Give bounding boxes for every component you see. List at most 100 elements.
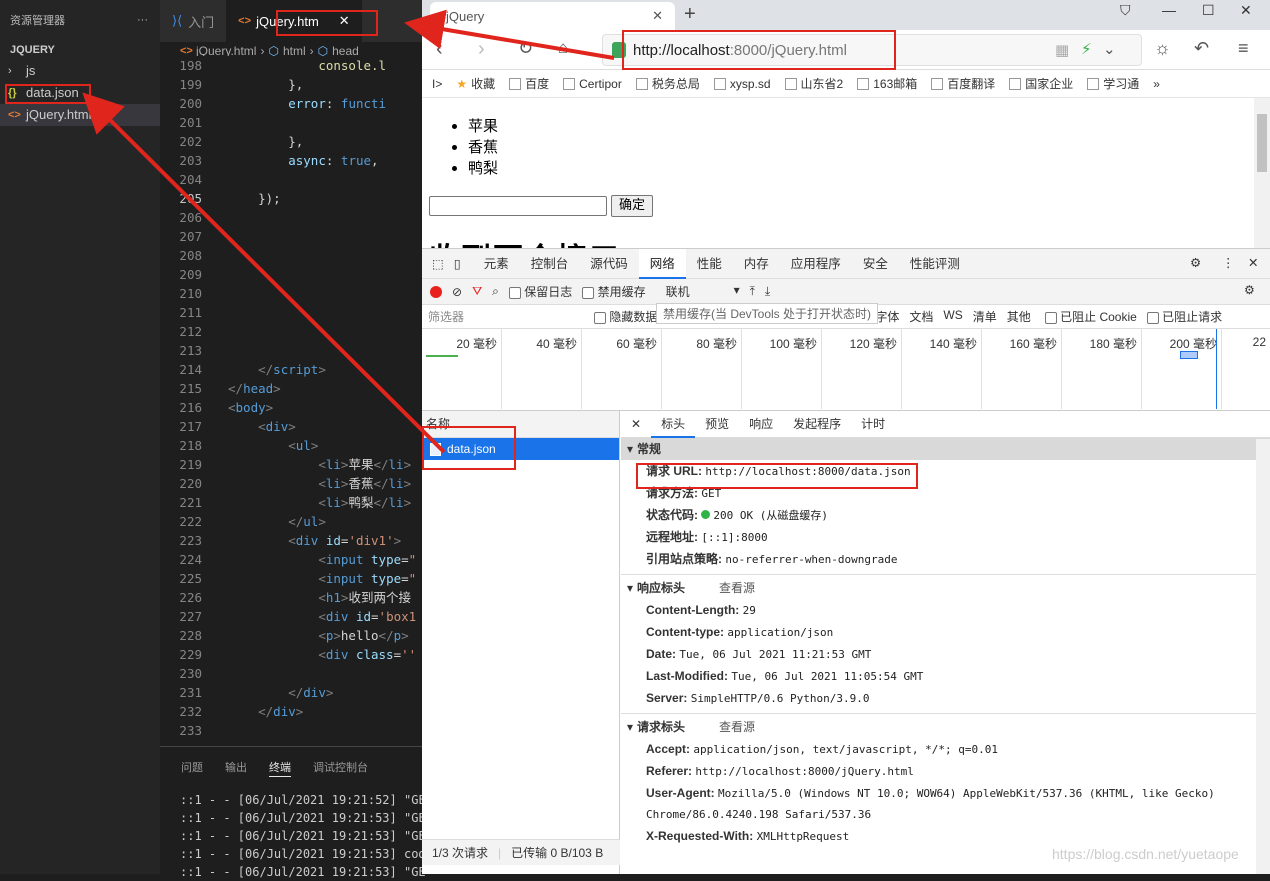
code-line: 225 <input type=" (160, 569, 422, 588)
devtools-tab[interactable]: 源代码 (579, 249, 639, 279)
bookmark-item[interactable]: 百度 (509, 75, 549, 92)
detail-tab[interactable]: 标头 (651, 411, 696, 438)
menu-icon[interactable]: ≡ (1238, 38, 1249, 59)
minimize-icon[interactable]: — (1162, 2, 1176, 18)
detail-scrollbar[interactable] (1256, 439, 1270, 874)
tree-item-folder[interactable]: › js (0, 60, 160, 82)
panel-tab[interactable]: 问题 (181, 759, 203, 781)
network-timeline[interactable]: 20 毫秒 40 毫秒 60 毫秒 80 毫秒 100 毫秒 120 毫秒 140 毫秒 16… (422, 329, 1270, 411)
terminal-output[interactable]: ::1 - - [06/Jul/2021 19:21:52] "GE::1 - … (160, 791, 433, 881)
resource-type-filter[interactable]: 字体 (875, 308, 899, 325)
page-text-input[interactable] (429, 196, 607, 216)
reload-icon[interactable]: ↻ (518, 38, 533, 59)
devtools-tab[interactable]: 网络 (638, 248, 686, 279)
request-headers-section[interactable]: ▾ 请求标头 查看源 (621, 716, 1270, 738)
resource-type-filter[interactable]: 文档 (909, 308, 933, 325)
home-icon[interactable]: ⌂ (558, 38, 568, 58)
close-devtools-icon[interactable]: ✕ (1248, 255, 1258, 270)
page-scrollbar[interactable] (1254, 98, 1270, 248)
workspace-root[interactable]: JQUERY (0, 40, 160, 60)
resource-type-filter[interactable]: 清单 (973, 308, 997, 325)
resource-type-filter[interactable]: WS (943, 308, 962, 325)
close-tab-icon[interactable]: ✕ (652, 8, 663, 24)
import-har-icon[interactable]: ⤒ (750, 284, 755, 299)
devtools-tab[interactable]: 内存 (733, 249, 780, 279)
sidebar-toggle-icon[interactable]: I> (432, 77, 442, 91)
devtools-tab[interactable]: 安全 (852, 249, 899, 279)
bookmark-item[interactable]: ★ 收藏 (456, 75, 495, 92)
devtools-tab[interactable]: 性能评测 (899, 249, 971, 279)
resource-type-filter[interactable]: 其他 (1007, 308, 1031, 325)
bookmark-item[interactable]: Certipor (563, 77, 622, 91)
confirm-button[interactable]: 确定 (611, 195, 653, 217)
disable-cache-checkbox[interactable]: 禁用缓存 (582, 283, 646, 300)
close-detail-icon[interactable]: ✕ (621, 411, 651, 438)
shirt-icon[interactable]: ⛉ (1120, 2, 1131, 19)
general-section[interactable]: ▾ 常规 (621, 438, 1270, 460)
more-bookmarks-icon[interactable]: » (1153, 77, 1160, 91)
code-editor[interactable]: 198 console.l 199 }, 200 error: functi 201 2… (160, 56, 422, 742)
new-tab-icon[interactable]: + (684, 3, 696, 26)
code-text: <p>hello</p> (318, 628, 409, 643)
bookmark-item[interactable]: xysp.sd (713, 77, 771, 91)
blocked-cookies-checkbox[interactable]: 已阻止 Cookie (1044, 308, 1137, 325)
panel-tab[interactable]: 调试控制台 (313, 759, 368, 781)
bookmark-item[interactable]: 国家企业 (1009, 75, 1073, 92)
search-icon[interactable]: ⌕ (492, 284, 499, 299)
undo-icon[interactable]: ↶ (1194, 38, 1209, 59)
gear-icon[interactable]: ⚙ (1190, 255, 1201, 270)
grid-icon[interactable]: ▦ (1055, 41, 1069, 59)
bookmark-item[interactable]: 学习通 (1087, 75, 1139, 92)
browser-tab[interactable]: jQuery ✕ (430, 2, 675, 30)
inspect-icon[interactable]: ⬚ (422, 256, 450, 271)
devtools-tab[interactable]: 性能 (686, 249, 733, 279)
detail-tab[interactable]: 计时 (851, 411, 895, 438)
clear-icon[interactable]: ⊘ (452, 285, 462, 299)
more-actions-icon[interactable]: ··· (137, 14, 148, 26)
device-toolbar-icon[interactable]: ▯ (450, 256, 473, 271)
back-icon[interactable]: ‹ (436, 38, 443, 61)
response-headers-section[interactable]: ▾ 响应标头 查看源 (621, 577, 1270, 599)
detail-tab[interactable]: 响应 (739, 411, 783, 438)
bookmark-item[interactable]: 百度翻译 (931, 75, 995, 92)
lightning-icon[interactable]: ⚡ (1081, 40, 1092, 58)
devtools-tab[interactable]: 控制台 (520, 249, 580, 279)
filter-icon[interactable]: ⛛ (472, 284, 482, 299)
throttle-select[interactable]: 联机 ▾ (666, 283, 740, 300)
devtools-tab[interactable]: 应用程序 (780, 249, 852, 279)
panel-tab[interactable]: 输出 (225, 759, 247, 781)
network-settings-icon[interactable]: ⚙ (1244, 283, 1255, 297)
editor-tab[interactable]: ⟩⟨ 入门 (160, 0, 226, 42)
code-text: }, (228, 77, 304, 92)
tree-item-html[interactable]: <> jQuery.html (0, 104, 160, 126)
theme-icon[interactable]: ☼ (1154, 38, 1171, 59)
detail-tab[interactable]: 预览 (695, 411, 739, 438)
view-source-link[interactable]: 查看源 (719, 577, 755, 599)
detail-tab[interactable]: 发起程序 (783, 411, 851, 438)
forward-icon[interactable]: › (478, 38, 485, 61)
devtools-tab[interactable]: 元素 (473, 249, 520, 279)
preserve-log-checkbox[interactable]: 保留日志 (508, 283, 572, 300)
kebab-icon[interactable]: ⋮ (1222, 255, 1235, 270)
export-har-icon[interactable]: ⤓ (765, 284, 770, 299)
blocked-requests-checkbox[interactable]: 已阻止请求 (1146, 308, 1222, 325)
line-number: 201 (179, 115, 202, 130)
record-icon[interactable] (430, 285, 442, 298)
bookmark-item[interactable]: 163邮箱 (857, 75, 917, 92)
filter-input[interactable]: 筛选器 (422, 308, 594, 325)
panel-tab[interactable]: 终端 (269, 759, 291, 777)
header-row: 状态代码: 200 OK (从磁盘缓存) (621, 504, 1270, 526)
bookmark-item[interactable]: 山东省2 (784, 75, 843, 92)
close-window-icon[interactable]: ✕ (1240, 2, 1252, 19)
view-source-link-2[interactable]: 查看源 (719, 716, 755, 738)
scroll-thumb[interactable] (1257, 114, 1267, 172)
line-number: 213 (179, 343, 202, 358)
line-number: 226 (179, 590, 202, 605)
line-number: 230 (179, 666, 202, 681)
hide-data-checkbox[interactable]: 隐藏数据 (594, 308, 657, 325)
chevron-down-icon[interactable]: ⌄ (1103, 40, 1116, 58)
maximize-icon[interactable]: ☐ (1202, 2, 1215, 19)
code-line: 213 (160, 341, 422, 360)
bookmark-item[interactable]: 税务总局 (635, 75, 700, 92)
